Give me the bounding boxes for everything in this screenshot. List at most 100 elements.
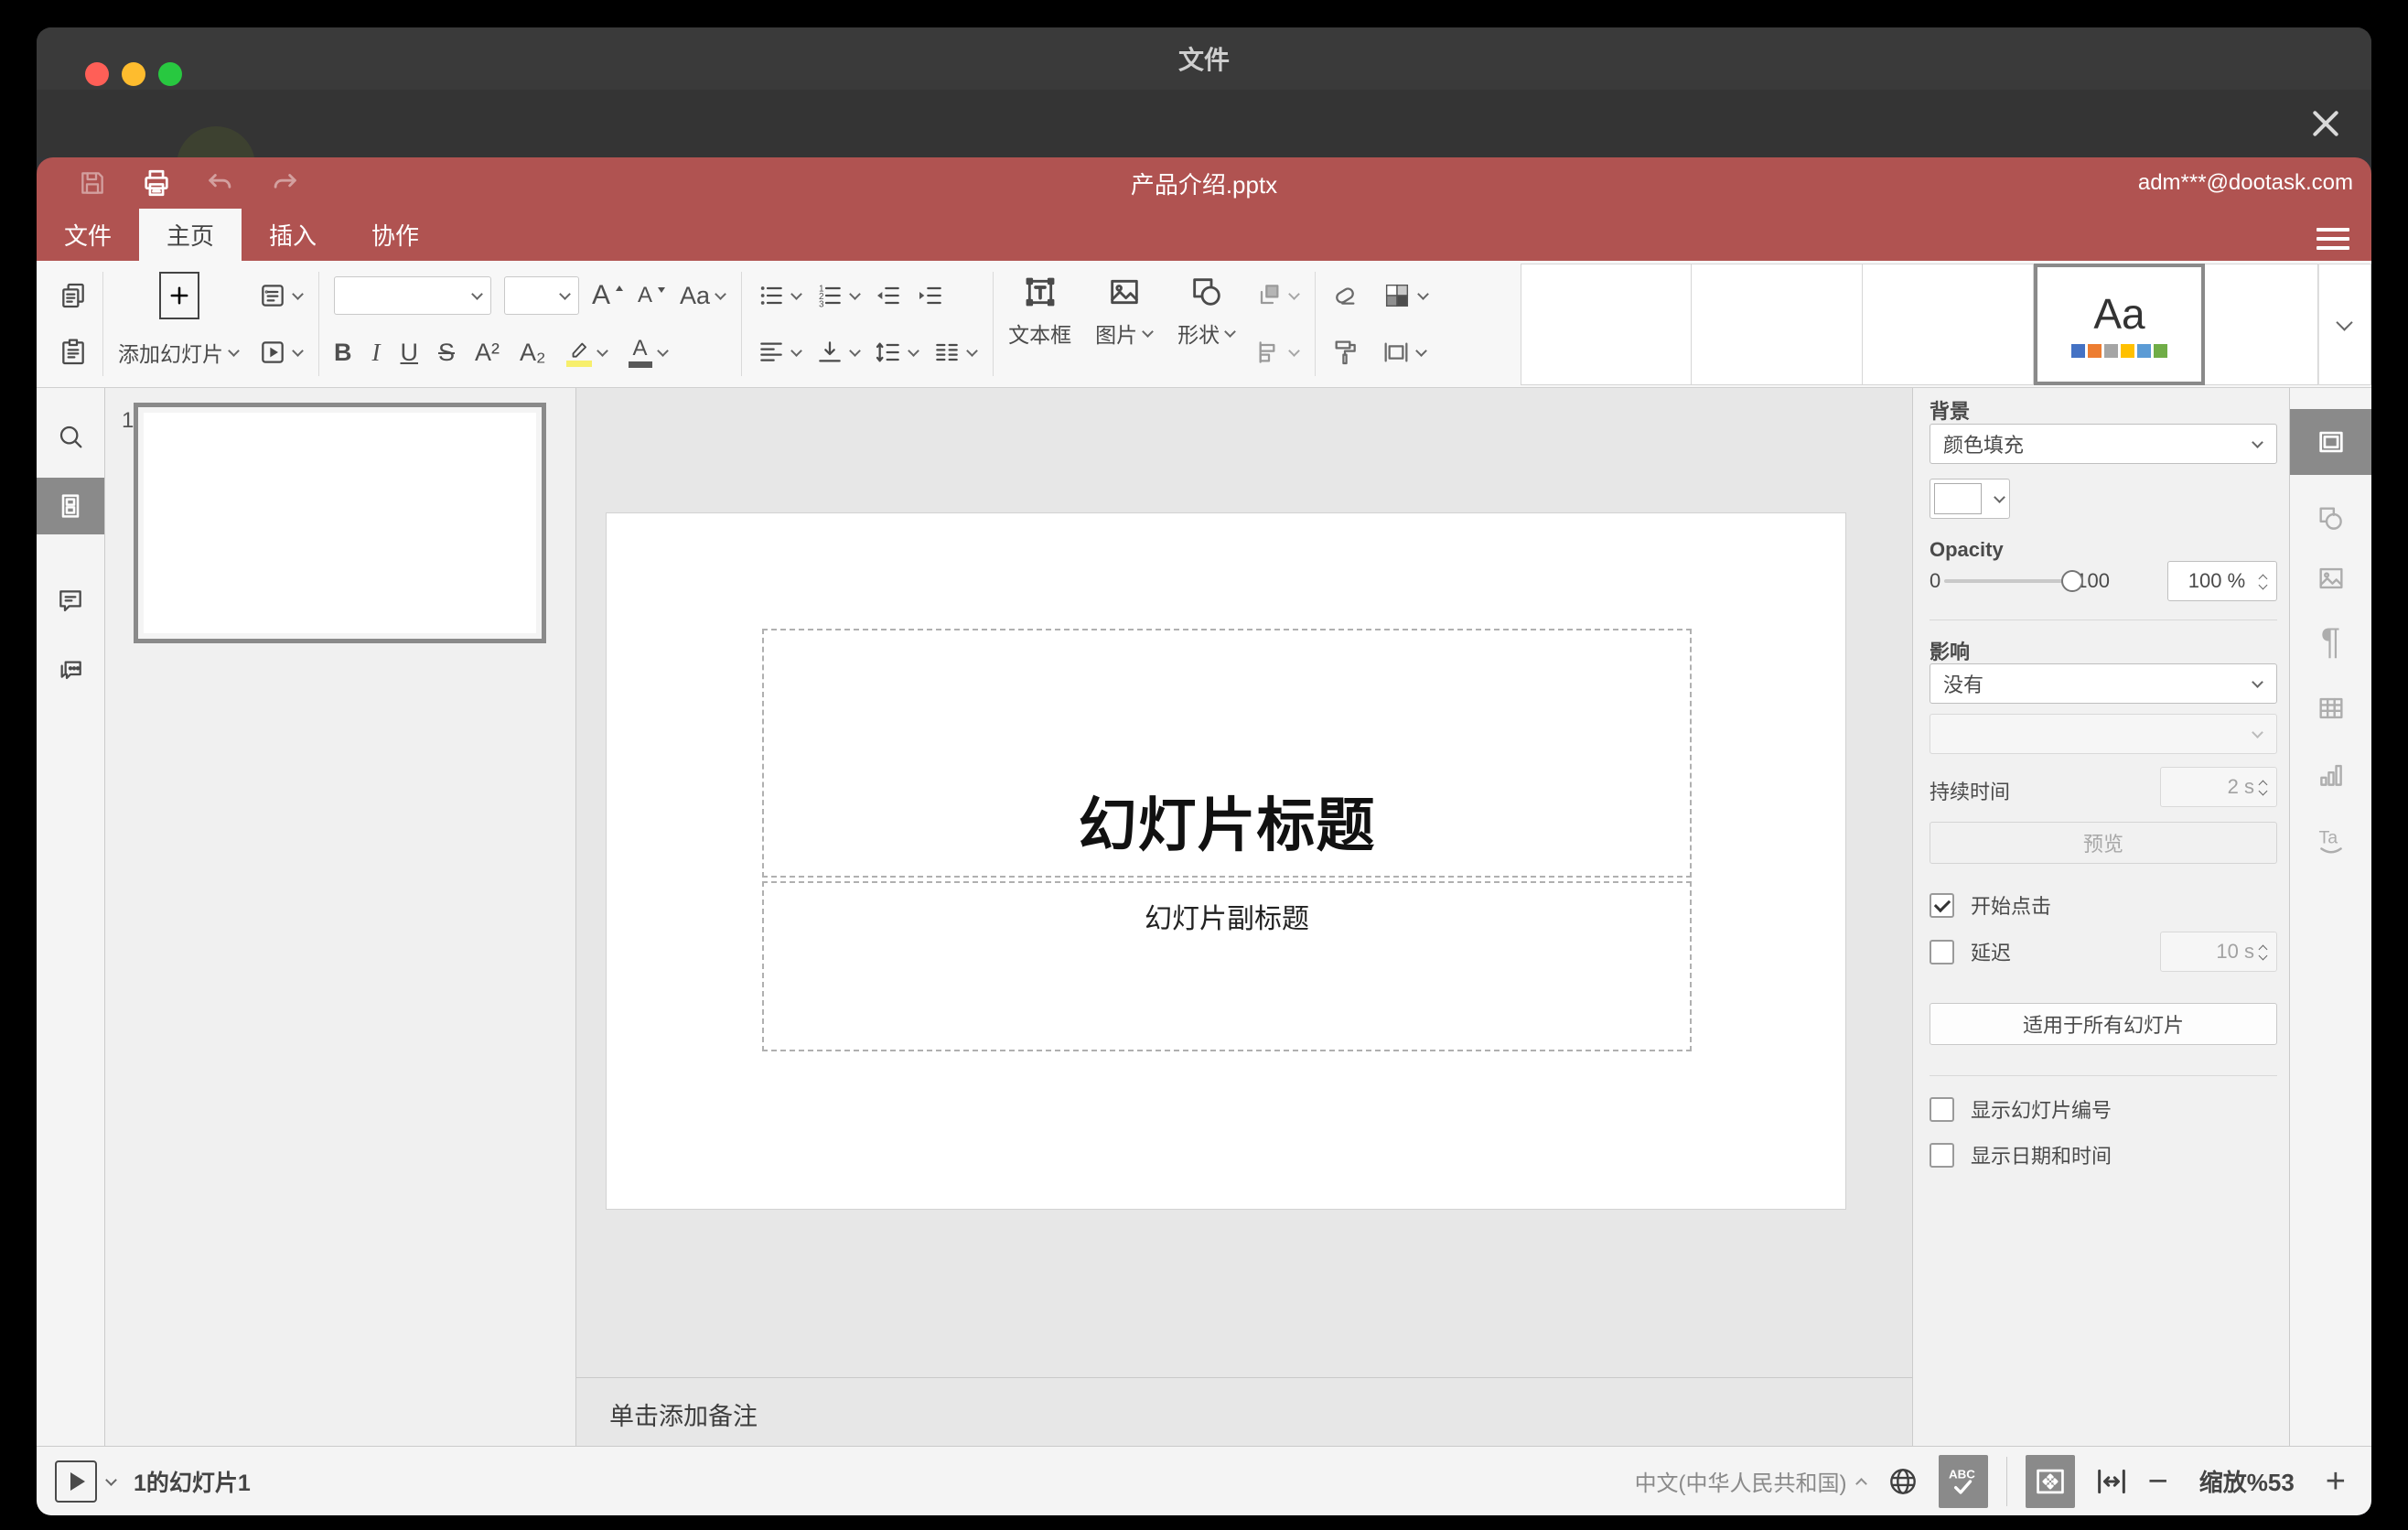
spinner-arrows[interactable] [2258,942,2269,962]
effect-select[interactable]: 没有 [1930,663,2277,704]
opacity-slider-handle[interactable] [2061,570,2084,592]
notes-divider[interactable] [576,1377,1912,1378]
increase-indent-icon[interactable] [916,281,945,310]
horizontal-align-button[interactable] [757,338,802,367]
chart-settings-icon[interactable] [2290,743,2371,807]
globe-icon[interactable] [1886,1464,1920,1499]
theme-option-3[interactable] [1863,264,2034,385]
chat-icon[interactable] [37,642,104,699]
slide-size-button[interactable] [1381,338,1427,367]
avatar [177,126,255,157]
theme-option-5[interactable] [2205,264,2318,385]
preview-button[interactable]: 预览 [1930,822,2277,864]
insert-shape-button[interactable]: 形状 [1177,274,1236,374]
tab-file[interactable]: 文件 [37,209,139,261]
theme-option-2[interactable] [1692,264,1863,385]
fill-type-select[interactable]: 颜色填充 [1930,424,2277,464]
decrease-indent-icon[interactable] [874,281,903,310]
shape-settings-icon[interactable] [2290,487,2371,551]
theme-gallery-expand-button[interactable] [2318,264,2371,385]
start-slideshow-button[interactable] [258,338,304,367]
align-shape-button[interactable] [1254,338,1300,367]
table-settings-icon[interactable] [2290,676,2371,740]
layout-group [249,261,313,387]
slide-subtitle-placeholder[interactable]: 幻灯片副标题 [762,881,1692,1051]
search-icon[interactable] [37,408,104,465]
tab-collaboration[interactable]: 协作 [344,209,446,261]
numbered-list-button[interactable]: 123 [815,281,861,310]
spinner-arrows[interactable] [2258,571,2269,591]
copy-style-icon[interactable] [1330,338,1360,367]
font-name-input[interactable] [334,276,491,315]
image-settings-icon[interactable] [2290,546,2371,610]
insert-image-button[interactable]: 图片 [1095,274,1154,374]
fill-color-picker[interactable] [1930,479,2010,519]
add-slide-button[interactable]: 添加幻灯片 [118,337,240,368]
copy-icon[interactable] [59,281,88,310]
insert-textbox-button[interactable]: 文本框 [1008,274,1071,374]
font-color-button[interactable]: A [628,337,669,368]
paste-icon[interactable] [59,338,88,367]
clear-style-icon[interactable] [1330,281,1360,310]
language-selector[interactable]: 中文(中华人民共和国) [1635,1465,1867,1497]
delay-checkbox[interactable]: 延迟 [1930,937,2011,966]
increase-font-size-button[interactable]: A [592,282,625,309]
arrange-group [1245,261,1309,387]
add-slide-icon[interactable] [158,272,199,319]
change-case-button[interactable]: Aa [680,283,726,308]
slide-settings-icon[interactable] [2290,409,2371,475]
paragraph-settings-icon[interactable]: ¶ [2290,609,2371,673]
tab-insert[interactable]: 插入 [242,209,344,261]
start-slideshow-status-icon[interactable] [55,1460,97,1503]
opacity-slider[interactable] [1944,570,2084,592]
zoom-out-button[interactable]: − [2148,1464,2168,1499]
delay-input[interactable]: 10 s [2160,932,2277,972]
theme-option-1[interactable] [1521,264,1692,385]
strikethrough-button[interactable]: S [438,339,455,365]
slide-layout-button[interactable] [258,281,304,310]
underline-button[interactable]: U [401,339,419,365]
checkbox[interactable] [1930,1142,1954,1168]
arrange-shape-button[interactable] [1254,281,1300,310]
line-spacing-button[interactable] [874,338,919,367]
italic-button[interactable]: I [372,339,381,365]
comments-icon[interactable] [37,573,104,630]
vertical-align-button[interactable] [815,338,861,367]
color-scheme-button[interactable] [1381,280,1429,311]
spellcheck-icon[interactable]: ABC [1938,1454,1988,1508]
checkbox[interactable] [1930,1096,1954,1122]
bullet-list-button[interactable] [757,281,802,310]
zoom-in-button[interactable]: + [2326,1464,2346,1499]
decrease-font-size-button[interactable]: A [638,284,667,307]
start-on-click-checkbox[interactable]: 开始点击 [1930,890,2051,920]
notes-placeholder[interactable]: 单击添加备注 [609,1396,758,1432]
show-slide-number-checkbox[interactable]: 显示幻灯片编号 [1930,1094,2112,1124]
checkbox[interactable] [1930,892,1954,918]
font-size-input[interactable] [504,276,579,315]
opacity-input[interactable]: 100 % [2167,561,2277,601]
spinner-arrows[interactable] [2258,777,2269,797]
slides-panel-icon[interactable] [37,478,104,534]
fit-width-icon[interactable] [2093,1463,2130,1500]
show-date-time-checkbox[interactable]: 显示日期和时间 [1930,1140,2112,1169]
slide-title-placeholder[interactable]: 幻灯片标题 [762,629,1692,878]
fit-slide-icon[interactable] [2025,1454,2075,1508]
chevron-down-icon[interactable] [104,1475,117,1488]
duration-input[interactable]: 2 s [2160,767,2277,807]
highlight-color-button[interactable] [565,339,608,367]
textart-settings-icon[interactable]: Ta [2290,807,2371,871]
subscript-button[interactable]: A₂ [520,339,546,365]
macos-titlebar: 文件 [37,27,2371,90]
bold-button[interactable]: B [334,339,352,365]
superscript-button[interactable]: A² [475,339,500,365]
checkbox[interactable] [1930,939,1954,964]
effect-option-select[interactable] [1930,714,2277,754]
tab-home[interactable]: 主页 [139,209,242,261]
slide-thumbnail[interactable] [134,403,546,643]
slide-editor[interactable]: 幻灯片标题 幻灯片副标题 [606,512,1846,1210]
hamburger-icon[interactable] [2317,228,2349,250]
close-icon[interactable] [2306,103,2346,144]
apply-to-all-slides-button[interactable]: 适用于所有幻灯片 [1930,1003,2277,1045]
columns-button[interactable] [932,338,978,367]
theme-option-selected[interactable]: Aa [2034,264,2205,385]
